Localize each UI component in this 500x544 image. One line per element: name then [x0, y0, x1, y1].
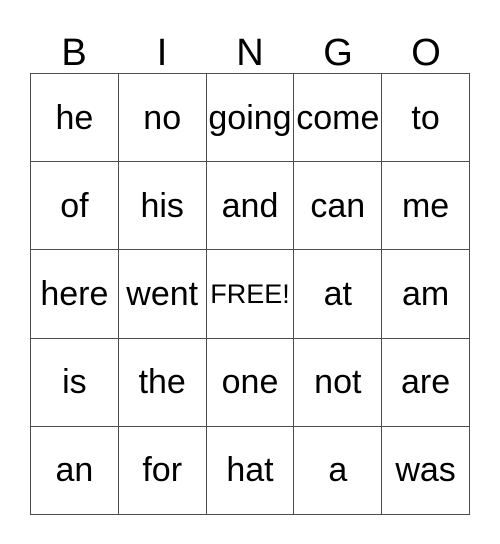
- bingo-cell[interactable]: are: [382, 338, 470, 427]
- bingo-cell-text: going: [208, 98, 292, 137]
- bingo-cell-text: an: [55, 451, 94, 490]
- bingo-cell-text: the: [138, 363, 186, 402]
- bingo-row: is the one not are: [31, 338, 470, 427]
- bingo-row: an for hat a was: [31, 426, 470, 516]
- bingo-cell-text: me: [401, 186, 450, 225]
- bingo-cell-text: went: [126, 275, 199, 313]
- bingo-cell-text: to: [411, 98, 440, 137]
- bingo-cell[interactable]: for: [118, 426, 207, 516]
- bingo-cell-text: one: [221, 363, 279, 402]
- bingo-cell-text: is: [62, 363, 87, 402]
- bingo-cell-text: at: [323, 275, 352, 313]
- bingo-cell[interactable]: an: [31, 426, 119, 516]
- bingo-grid: he no going come to of his and can me he…: [30, 73, 470, 516]
- bingo-free-space-text: FREE!: [210, 278, 290, 309]
- bingo-cell[interactable]: am: [382, 250, 470, 339]
- bingo-free-space-cell[interactable]: FREE!: [206, 250, 295, 339]
- bingo-cell[interactable]: hat: [206, 426, 295, 516]
- bingo-cell-text: for: [142, 451, 183, 490]
- bingo-cell-text: come: [296, 98, 380, 137]
- bingo-cell[interactable]: of: [31, 162, 119, 251]
- bingo-header-letter-o: O: [411, 32, 441, 74]
- bingo-header-row: B I N G O: [30, 20, 470, 73]
- bingo-header-letter-i: I: [156, 32, 168, 74]
- bingo-header-letter-b: B: [61, 32, 87, 74]
- bingo-cell-text: and: [221, 186, 279, 225]
- bingo-cell-text: of: [60, 186, 89, 225]
- bingo-card: B I N G O he no going come to of his and…: [0, 0, 500, 544]
- bingo-cell-text: his: [140, 186, 184, 225]
- bingo-cell-text: here: [40, 275, 109, 313]
- bingo-cell-text: he: [55, 98, 94, 137]
- bingo-cell[interactable]: his: [118, 162, 207, 251]
- bingo-cell[interactable]: here: [31, 250, 119, 339]
- bingo-cell-text: are: [401, 363, 451, 402]
- bingo-row: here went FREE! at am: [31, 250, 470, 339]
- bingo-cell[interactable]: going: [206, 74, 295, 163]
- bingo-cell[interactable]: a: [294, 426, 383, 516]
- bingo-row: of his and can me: [31, 162, 470, 251]
- bingo-cell-text: was: [395, 451, 456, 490]
- bingo-cell[interactable]: was: [382, 426, 470, 516]
- bingo-cell-text: hat: [226, 451, 274, 490]
- bingo-cell-text: am: [401, 275, 450, 313]
- bingo-cell[interactable]: he: [31, 74, 119, 163]
- bingo-cell[interactable]: can: [294, 162, 383, 251]
- bingo-cell[interactable]: at: [294, 250, 383, 339]
- bingo-header-letter-g: G: [323, 32, 353, 74]
- bingo-cell-text: not: [314, 363, 362, 402]
- bingo-cell[interactable]: not: [294, 338, 383, 427]
- bingo-cell[interactable]: come: [294, 74, 383, 163]
- bingo-cell[interactable]: to: [382, 74, 470, 163]
- bingo-cell-text: no: [143, 98, 182, 137]
- bingo-header-letter-n: N: [236, 32, 264, 74]
- bingo-cell[interactable]: and: [206, 162, 295, 251]
- bingo-row: he no going come to: [31, 74, 470, 163]
- bingo-cell[interactable]: the: [118, 338, 207, 427]
- bingo-cell-text: can: [310, 186, 366, 225]
- bingo-cell[interactable]: went: [118, 250, 207, 339]
- bingo-cell[interactable]: is: [31, 338, 119, 427]
- bingo-cell[interactable]: no: [118, 74, 207, 163]
- bingo-cell[interactable]: me: [382, 162, 470, 251]
- bingo-cell-text: a: [328, 451, 348, 490]
- bingo-cell[interactable]: one: [206, 338, 295, 427]
